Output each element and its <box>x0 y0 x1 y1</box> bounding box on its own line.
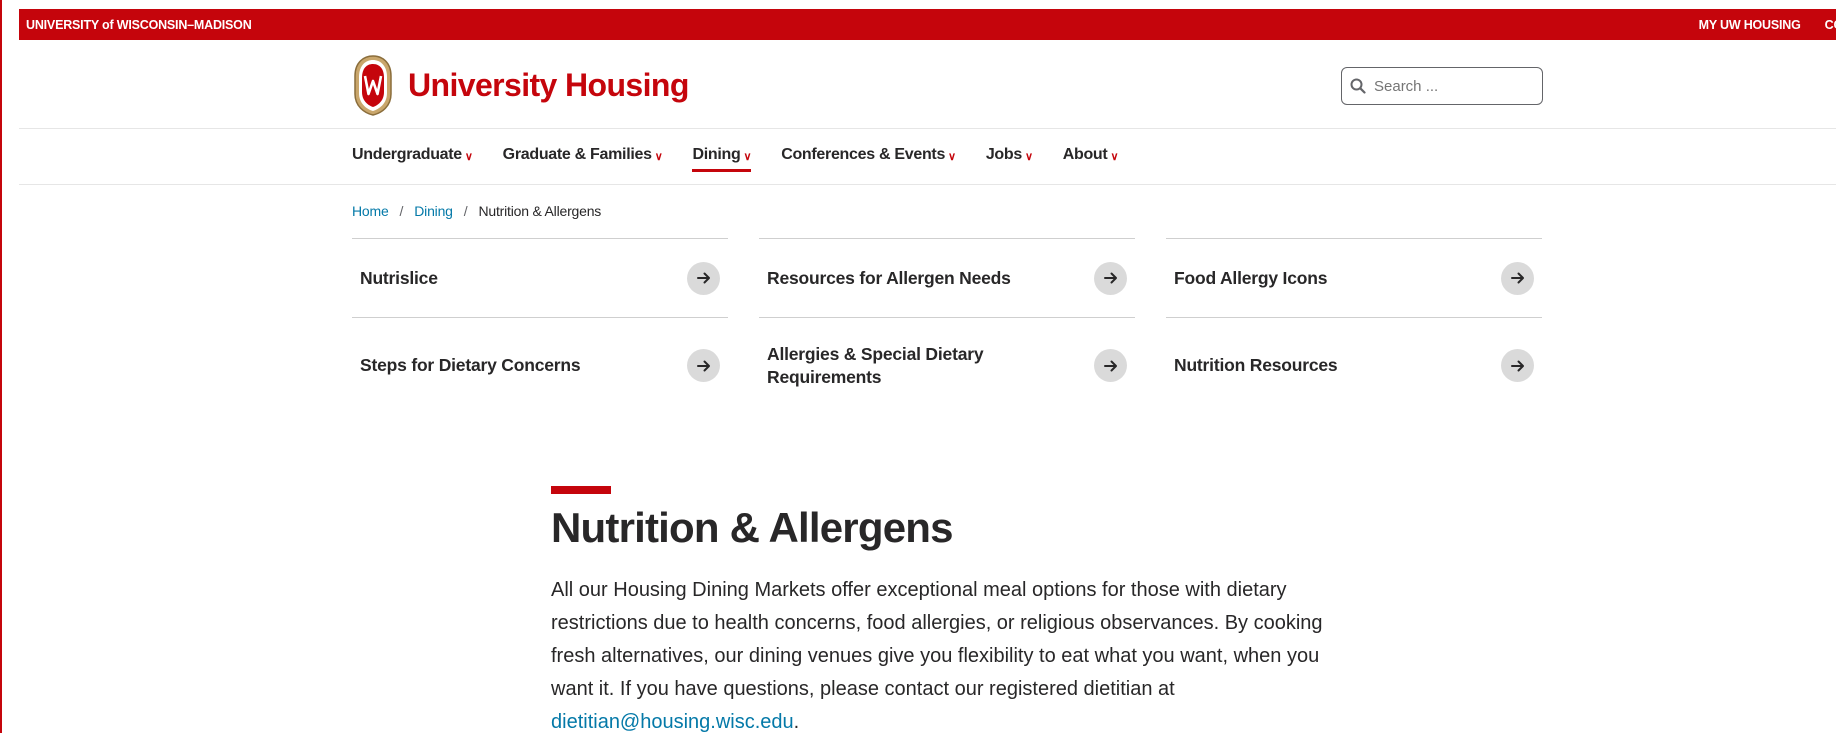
main-content: Nutrition & Allergens All our Housing Di… <box>551 486 1351 733</box>
card-steps-dietary-concerns[interactable]: Steps for Dietary Concerns <box>352 317 728 413</box>
contact-link[interactable]: CONTAC <box>1825 18 1836 32</box>
arrow-right-icon <box>1501 349 1534 382</box>
search-box[interactable] <box>1341 67 1543 105</box>
dietitian-email-link[interactable]: dietitian@housing.wisc.edu <box>551 711 794 733</box>
card-label: Steps for Dietary Concerns <box>360 355 581 375</box>
intro-end: . <box>793 711 800 733</box>
card-label: Nutrislice <box>360 267 438 288</box>
chevron-down-icon: ∨ <box>1024 150 1033 163</box>
card-label: Resources for Allergen Needs <box>767 267 1011 288</box>
nav-label: Conferences & Events <box>781 146 946 163</box>
nav-undergraduate[interactable]: Undergraduate ∨ <box>352 146 473 164</box>
nav-dining[interactable]: Dining ∨ <box>692 146 752 172</box>
global-links: MY UW HOUSING CONTAC <box>1699 18 1836 32</box>
my-uw-housing-link[interactable]: MY UW HOUSING <box>1699 18 1801 32</box>
intro-paragraph: All our Housing Dining Markets offer exc… <box>551 574 1351 733</box>
nav-jobs[interactable]: Jobs ∨ <box>986 146 1033 164</box>
search-input[interactable] <box>1372 76 1526 96</box>
arrow-right-icon <box>1501 261 1534 295</box>
arrow-right-icon <box>687 349 720 382</box>
breadcrumb: Home / Dining / Nutrition & Allergens <box>352 203 601 219</box>
card-nutrislice[interactable]: Nutrislice <box>352 238 728 317</box>
card-label: Nutrition Resources <box>1174 355 1338 375</box>
nav-label: Dining <box>692 146 741 163</box>
title-accent-bar <box>551 486 611 494</box>
breadcrumb-separator: / <box>463 203 468 219</box>
nav-label: Graduate & Families <box>502 146 652 163</box>
nav-conferences-events[interactable]: Conferences & Events ∨ <box>781 146 956 164</box>
main-nav: Undergraduate ∨ Graduate & Families ∨ Di… <box>19 128 1836 185</box>
chevron-down-icon: ∨ <box>1110 150 1119 163</box>
arrow-right-icon <box>687 261 720 295</box>
breadcrumb-separator: / <box>399 203 404 219</box>
page-frame: UNIVERSITY of WISCONSIN–MADISON MY UW HO… <box>0 0 1836 733</box>
arrow-right-icon <box>1094 349 1127 382</box>
card-label: Allergies & Special Dietary Requirements <box>767 343 984 387</box>
search-icon <box>1350 78 1366 94</box>
breadcrumb-home[interactable]: Home <box>352 203 389 219</box>
nav-graduate-families[interactable]: Graduate & Families ∨ <box>503 146 663 164</box>
university-link[interactable]: UNIVERSITY of WISCONSIN–MADISON <box>19 18 252 32</box>
site-brand[interactable]: University Housing <box>352 54 689 116</box>
card-nutrition-resources[interactable]: Nutrition Resources <box>1166 317 1542 413</box>
global-bar: UNIVERSITY of WISCONSIN–MADISON MY UW HO… <box>19 9 1836 40</box>
site-title: University Housing <box>408 66 689 103</box>
nav-about[interactable]: About ∨ <box>1062 146 1119 164</box>
chevron-down-icon: ∨ <box>743 150 752 163</box>
chevron-down-icon: ∨ <box>464 150 473 163</box>
chevron-down-icon: ∨ <box>654 150 663 163</box>
page-title: Nutrition & Allergens <box>551 504 953 551</box>
intro-text: All our Housing Dining Markets offer exc… <box>551 579 1323 700</box>
card-food-allergy-icons[interactable]: Food Allergy Icons <box>1166 238 1542 317</box>
card-resources-allergen-needs[interactable]: Resources for Allergen Needs <box>759 238 1135 317</box>
card-label: Food Allergy Icons <box>1174 267 1328 288</box>
breadcrumb-current: Nutrition & Allergens <box>478 203 602 219</box>
card-allergies-special-dietary[interactable]: Allergies & Special Dietary Requirements <box>759 317 1135 413</box>
quick-links-grid: Nutrislice Resources for Allergen Needs … <box>352 238 1543 413</box>
arrow-right-icon <box>1094 261 1127 295</box>
breadcrumb-dining[interactable]: Dining <box>414 203 453 219</box>
nav-label: Jobs <box>985 146 1022 163</box>
site-header: University Housing <box>19 40 1836 129</box>
nav-label: Undergraduate <box>352 146 462 163</box>
nav-label: About <box>1062 146 1108 163</box>
chevron-down-icon: ∨ <box>948 150 956 163</box>
uw-crest-icon <box>354 55 392 116</box>
